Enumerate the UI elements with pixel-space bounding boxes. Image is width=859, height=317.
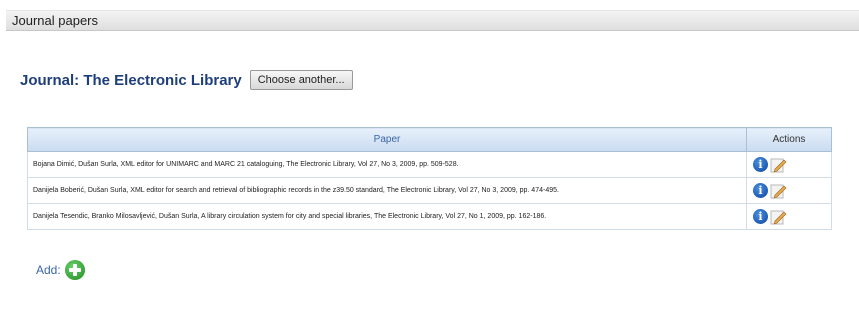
actions-cell: i (746, 151, 832, 178)
choose-another-button[interactable]: Choose another... (249, 70, 353, 90)
add-line: Add: (36, 260, 85, 280)
edit-icon[interactable] (770, 157, 788, 173)
actions-cell: i (746, 177, 832, 204)
add-icon[interactable] (64, 260, 85, 280)
paper-column-header: Paper (27, 127, 747, 152)
paper-cell: Danijela Tesendic, Branko Milosavljević,… (27, 203, 747, 230)
journal-title: Journal: The Electronic Library (20, 71, 242, 89)
panel-header: Journal papers (6, 10, 859, 31)
table-header-row: Paper Actions (27, 127, 832, 152)
info-icon[interactable]: i (753, 157, 768, 172)
edit-icon[interactable] (770, 183, 788, 199)
journal-line: Journal: The Electronic Library Choose a… (20, 70, 353, 90)
paper-cell: Danijela Boberić, Dušan Surla, XML edito… (27, 177, 747, 204)
table-row: Bojana Dimić, Dušan Surla, XML editor fo… (27, 151, 832, 178)
add-label: Add: (36, 263, 61, 277)
journal-papers-panel: Journal papers Journal: The Electronic L… (6, 0, 859, 317)
actions-column-header: Actions (746, 127, 832, 152)
table-row: Danijela Boberić, Dušan Surla, XML edito… (27, 177, 832, 204)
info-icon[interactable]: i (753, 183, 768, 198)
table-row: Danijela Tesendic, Branko Milosavljević,… (27, 203, 832, 230)
actions-cell: i (746, 203, 832, 230)
edit-icon[interactable] (770, 209, 788, 225)
papers-table: Paper Actions Bojana Dimić, Dušan Surla,… (27, 127, 832, 230)
info-icon[interactable]: i (753, 209, 768, 224)
paper-cell: Bojana Dimić, Dušan Surla, XML editor fo… (27, 151, 747, 178)
